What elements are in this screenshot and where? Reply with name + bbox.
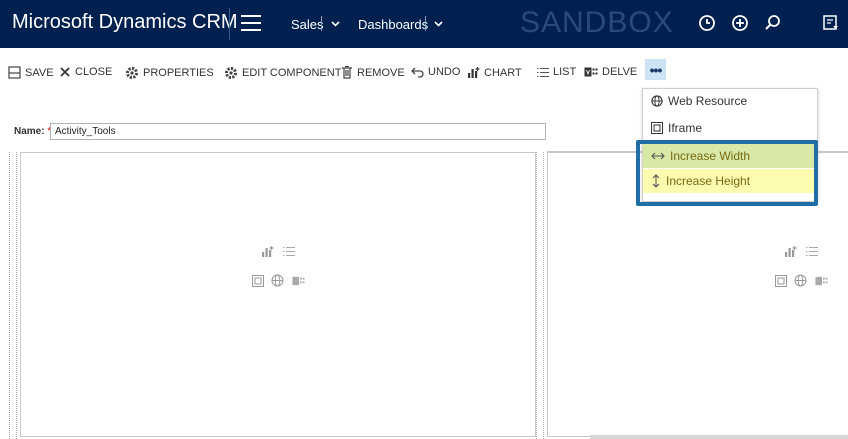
menu-item-label: Increase Height — [666, 174, 751, 188]
close-button[interactable]: CLOSE — [59, 66, 112, 78]
list-label: LIST — [553, 66, 577, 78]
chart-button[interactable]: CHART — [467, 66, 522, 79]
save-button[interactable]: SAVE — [8, 66, 54, 79]
globe-icon[interactable] — [794, 274, 807, 287]
chart-icon[interactable] — [784, 245, 798, 258]
properties-label: PROPERTIES — [143, 67, 214, 79]
delve-button[interactable]: DELVE — [584, 66, 637, 78]
trash-icon — [342, 66, 352, 79]
advanced-find-icon[interactable] — [822, 14, 840, 32]
height-arrows-icon — [652, 174, 660, 188]
horizontal-scrollbar[interactable] — [590, 435, 848, 439]
search-icon[interactable] — [764, 14, 782, 32]
list-icon[interactable] — [283, 246, 295, 257]
list-icon[interactable] — [806, 246, 818, 257]
list-button[interactable]: LIST — [537, 66, 576, 78]
globe-icon — [651, 95, 663, 107]
menu-item-increase-width[interactable]: Increase Width — [643, 144, 817, 168]
delve-label: DELVE — [602, 66, 638, 78]
name-input[interactable] — [50, 123, 546, 140]
iframe-icon[interactable] — [775, 275, 787, 287]
undo-icon — [411, 67, 424, 78]
menu-item-web-resource[interactable]: Web Resource — [651, 94, 747, 108]
chevron-down-icon[interactable] — [434, 19, 443, 28]
properties-button[interactable]: PROPERTIES — [125, 66, 214, 80]
save-label: SAVE — [25, 66, 54, 79]
menu-item-iframe[interactable]: Iframe — [651, 121, 702, 135]
chart-label: CHART — [484, 66, 522, 79]
app-title[interactable]: Microsoft Dynamics CRM — [12, 11, 238, 34]
iframe-icon — [651, 122, 663, 134]
header-divider — [229, 8, 230, 40]
chevron-down-icon[interactable] — [331, 19, 340, 28]
top-navigation-bar: Microsoft Dynamics CRM Sales Dashboards … — [0, 0, 848, 48]
remove-button[interactable]: REMOVE — [341, 66, 405, 79]
edit-component-button[interactable]: EDIT COMPONENT — [224, 66, 341, 80]
resize-grip-left[interactable] — [9, 152, 17, 439]
ellipsis-icon: ••• — [649, 61, 663, 78]
new-icon[interactable] — [731, 14, 749, 32]
remove-label: REMOVE — [357, 66, 405, 79]
delve-icon[interactable] — [815, 275, 828, 287]
save-icon — [8, 66, 21, 79]
menu-item-label: Increase Width — [670, 149, 751, 163]
delve-icon[interactable] — [292, 275, 305, 287]
nav-area-sales[interactable]: Sales — [291, 17, 324, 32]
nav-page-dashboards[interactable]: Dashboards — [358, 17, 428, 32]
gear-icon — [126, 67, 138, 79]
close-label: CLOSE — [75, 66, 113, 78]
environment-watermark: SANDBOX — [520, 6, 674, 39]
undo-label: UNDO — [428, 66, 461, 78]
edit-component-label: EDIT COMPONENT — [242, 67, 342, 79]
chart-icon[interactable] — [261, 245, 275, 258]
gear-icon — [225, 67, 237, 79]
iframe-icon[interactable] — [252, 275, 264, 287]
overflow-menu: Web Resource Iframe Increase Width Incre… — [642, 88, 818, 202]
resize-grip-middle[interactable] — [536, 152, 544, 439]
menu-item-label: Iframe — [668, 121, 703, 135]
list-icon — [537, 67, 549, 77]
delve-icon — [584, 67, 598, 77]
menu-item-label: Web Resource — [668, 94, 748, 108]
nav-separator — [425, 16, 426, 31]
globe-icon[interactable] — [271, 274, 284, 287]
width-arrows-icon — [651, 152, 665, 160]
menu-item-increase-height[interactable]: Increase Height — [643, 169, 817, 193]
name-field-label: Name: * — [14, 126, 51, 137]
dashboard-component-left[interactable] — [20, 152, 536, 437]
more-commands-button[interactable]: ••• — [645, 59, 666, 80]
close-icon — [60, 67, 70, 77]
nav-separator — [321, 16, 322, 31]
hamburger-menu-icon[interactable] — [241, 15, 261, 32]
history-icon[interactable] — [698, 14, 716, 32]
undo-button[interactable]: UNDO — [411, 66, 460, 78]
chart-icon — [468, 67, 480, 78]
